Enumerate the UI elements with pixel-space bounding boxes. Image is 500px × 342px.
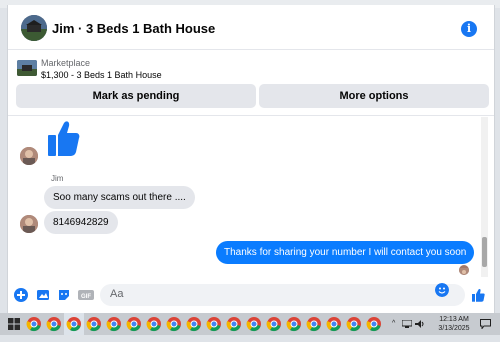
emoji-icon[interactable] <box>435 283 449 297</box>
chrome-icon[interactable] <box>126 316 142 332</box>
message-scrollbar[interactable] <box>481 117 488 277</box>
clock-date: 3/13/2025 <box>438 325 470 332</box>
gif-icon[interactable]: GIF <box>78 288 94 302</box>
chrome-icon[interactable] <box>286 316 302 332</box>
start-icon[interactable] <box>6 316 22 332</box>
listing-source-label: Marketplace <box>41 58 91 68</box>
network-icon[interactable] <box>402 320 412 328</box>
chrome-icon[interactable] <box>86 316 102 332</box>
chrome-icon[interactable] <box>186 316 202 332</box>
info-icon[interactable]: i <box>461 21 477 37</box>
chrome-icon[interactable] <box>46 316 62 332</box>
message-input[interactable]: Aa <box>100 284 465 306</box>
message-input-placeholder: Aa <box>110 288 124 300</box>
sender-name: Jim <box>51 174 64 183</box>
conversation-title[interactable]: Jim · 3 Beds 1 Bath House <box>52 21 215 36</box>
chrome-icon[interactable] <box>26 316 42 332</box>
mark-as-pending-button[interactable]: Mark as pending <box>16 84 256 108</box>
taskbar: ^ 12:13 AM 3/13/2025 <box>0 313 500 335</box>
sticker-icon[interactable] <box>57 288 71 302</box>
system-clock[interactable]: 12:13 AM 3/13/2025 <box>438 315 470 337</box>
chrome-icon[interactable] <box>306 316 322 332</box>
listing-price-title[interactable]: $1,300 - 3 Beds 1 Bath House <box>41 70 162 80</box>
chrome-icon[interactable] <box>66 316 82 332</box>
listing-thumbnail[interactable] <box>17 60 37 76</box>
scrollbar-thumb[interactable] <box>482 237 487 267</box>
clock-time: 12:13 AM <box>439 316 469 323</box>
volume-icon[interactable] <box>415 320 425 328</box>
plus-icon[interactable] <box>14 288 28 302</box>
thumbs-up-icon[interactable] <box>471 288 485 302</box>
thumbs-up-sticker <box>48 121 80 156</box>
chrome-icon[interactable] <box>246 316 262 332</box>
chrome-icon[interactable] <box>146 316 162 332</box>
more-options-button[interactable]: More options <box>259 84 489 108</box>
chat-window: Jim · 3 Beds 1 Bath House i Marketplace … <box>7 5 495 313</box>
marketplace-listing: Marketplace $1,300 - 3 Beds 1 Bath House… <box>8 50 494 116</box>
jim-avatar[interactable] <box>20 215 38 233</box>
chrome-icon[interactable] <box>106 316 122 332</box>
chrome-icon[interactable] <box>226 316 242 332</box>
svg-text:GIF: GIF <box>81 294 91 300</box>
chrome-icon[interactable] <box>326 316 342 332</box>
incoming-message[interactable]: 8146942829 <box>44 211 118 234</box>
chrome-icon[interactable] <box>266 316 282 332</box>
chat-header: Jim · 3 Beds 1 Bath House i <box>8 5 494 50</box>
listing-avatar[interactable] <box>21 15 47 41</box>
chrome-icon[interactable] <box>346 316 362 332</box>
message-list: Jim Soo many scams out there .... 814694… <box>8 117 494 277</box>
tray-overflow-icon[interactable]: ^ <box>392 320 395 342</box>
message-composer: GIF Aa <box>8 277 494 313</box>
incoming-message[interactable]: Soo many scams out there .... <box>44 186 195 209</box>
outgoing-message[interactable]: Thanks for sharing your number I will co… <box>216 241 475 264</box>
photo-icon[interactable] <box>36 288 50 302</box>
jim-avatar[interactable] <box>20 147 38 165</box>
seen-receipt-avatar <box>459 265 469 275</box>
chrome-icon[interactable] <box>166 316 182 332</box>
notification-icon[interactable] <box>480 319 491 329</box>
chrome-icon[interactable] <box>206 316 222 332</box>
chrome-icon[interactable] <box>366 316 382 332</box>
